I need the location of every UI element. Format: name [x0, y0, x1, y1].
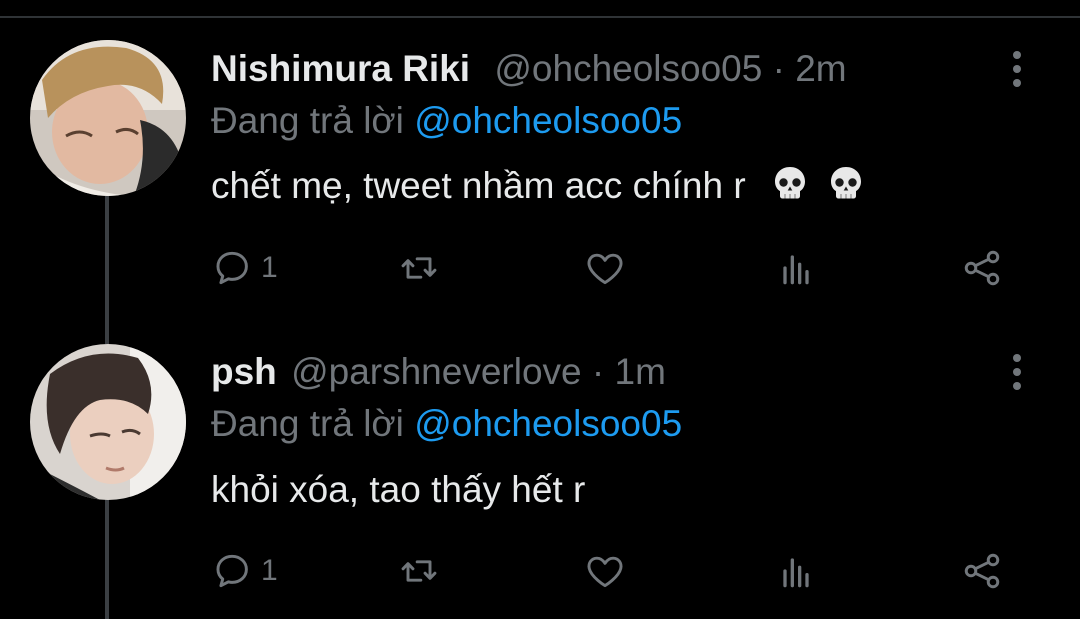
replying-prefix: Đang trả lời	[211, 100, 404, 141]
analytics-button[interactable]	[774, 546, 818, 596]
share-icon	[960, 246, 1004, 290]
replying-prefix: Đang trả lời	[211, 403, 404, 444]
skull-emoji	[770, 164, 810, 204]
like-button[interactable]	[583, 546, 627, 596]
skull-emoji	[826, 164, 866, 204]
retweet-button[interactable]	[397, 243, 441, 293]
more-options-icon[interactable]	[1003, 350, 1031, 394]
share-button[interactable]	[960, 243, 1004, 293]
separator: ·	[772, 48, 785, 89]
tweet-header: Nishimura Riki @ohcheolsoo05 · 2m	[211, 47, 847, 91]
replying-to: Đang trả lời @ohcheolsoo05	[211, 402, 682, 446]
avatar[interactable]	[30, 40, 186, 196]
reply-button[interactable]: 1	[211, 243, 278, 293]
reply-count: 1	[261, 251, 278, 284]
tweet-text-content: khỏi xóa, tao thấy hết r	[211, 469, 586, 510]
display-name[interactable]: psh	[211, 351, 277, 392]
share-button[interactable]	[960, 546, 1004, 596]
tweet-actions: 1	[211, 243, 1011, 293]
tweet-text: khỏi xóa, tao thấy hết r	[211, 468, 585, 512]
tweet-text-content: chết mẹ, tweet nhầm acc chính r	[211, 165, 746, 206]
reply-button[interactable]: 1	[211, 546, 278, 596]
replying-to: Đang trả lời @ohcheolsoo05	[211, 99, 682, 143]
reply-count: 1	[261, 554, 278, 587]
timestamp[interactable]: 2m	[795, 48, 846, 89]
tweet-header: psh @parshneverlove · 1m	[211, 350, 666, 394]
analytics-icon	[774, 246, 818, 290]
analytics-button[interactable]	[774, 243, 818, 293]
avatar[interactable]	[30, 344, 186, 500]
timestamp[interactable]: 1m	[615, 351, 666, 392]
retweet-icon	[397, 246, 441, 290]
mention-link[interactable]: @ohcheolsoo05	[414, 403, 682, 444]
retweet-icon	[397, 549, 441, 593]
share-icon	[960, 549, 1004, 593]
like-button[interactable]	[583, 243, 627, 293]
tweet[interactable]: psh @parshneverlove · 1m Đang trả lời @o…	[0, 330, 1080, 619]
username[interactable]: @parshneverlove	[291, 351, 582, 392]
tweet[interactable]: Nishimura Riki @ohcheolsoo05 · 2m Đang t…	[0, 0, 1080, 330]
more-options-icon[interactable]	[1003, 47, 1031, 91]
tweet-text: chết mẹ, tweet nhầm acc chính r	[211, 164, 866, 208]
username[interactable]: @ohcheolsoo05	[494, 48, 762, 89]
heart-icon	[583, 549, 627, 593]
heart-icon	[583, 246, 627, 290]
retweet-button[interactable]	[397, 546, 441, 596]
reply-icon	[211, 549, 255, 593]
display-name[interactable]: Nishimura Riki	[211, 48, 470, 89]
mention-link[interactable]: @ohcheolsoo05	[414, 100, 682, 141]
reply-icon	[211, 246, 255, 290]
analytics-icon	[774, 549, 818, 593]
separator: ·	[591, 351, 605, 392]
tweet-actions: 1	[211, 546, 1011, 596]
